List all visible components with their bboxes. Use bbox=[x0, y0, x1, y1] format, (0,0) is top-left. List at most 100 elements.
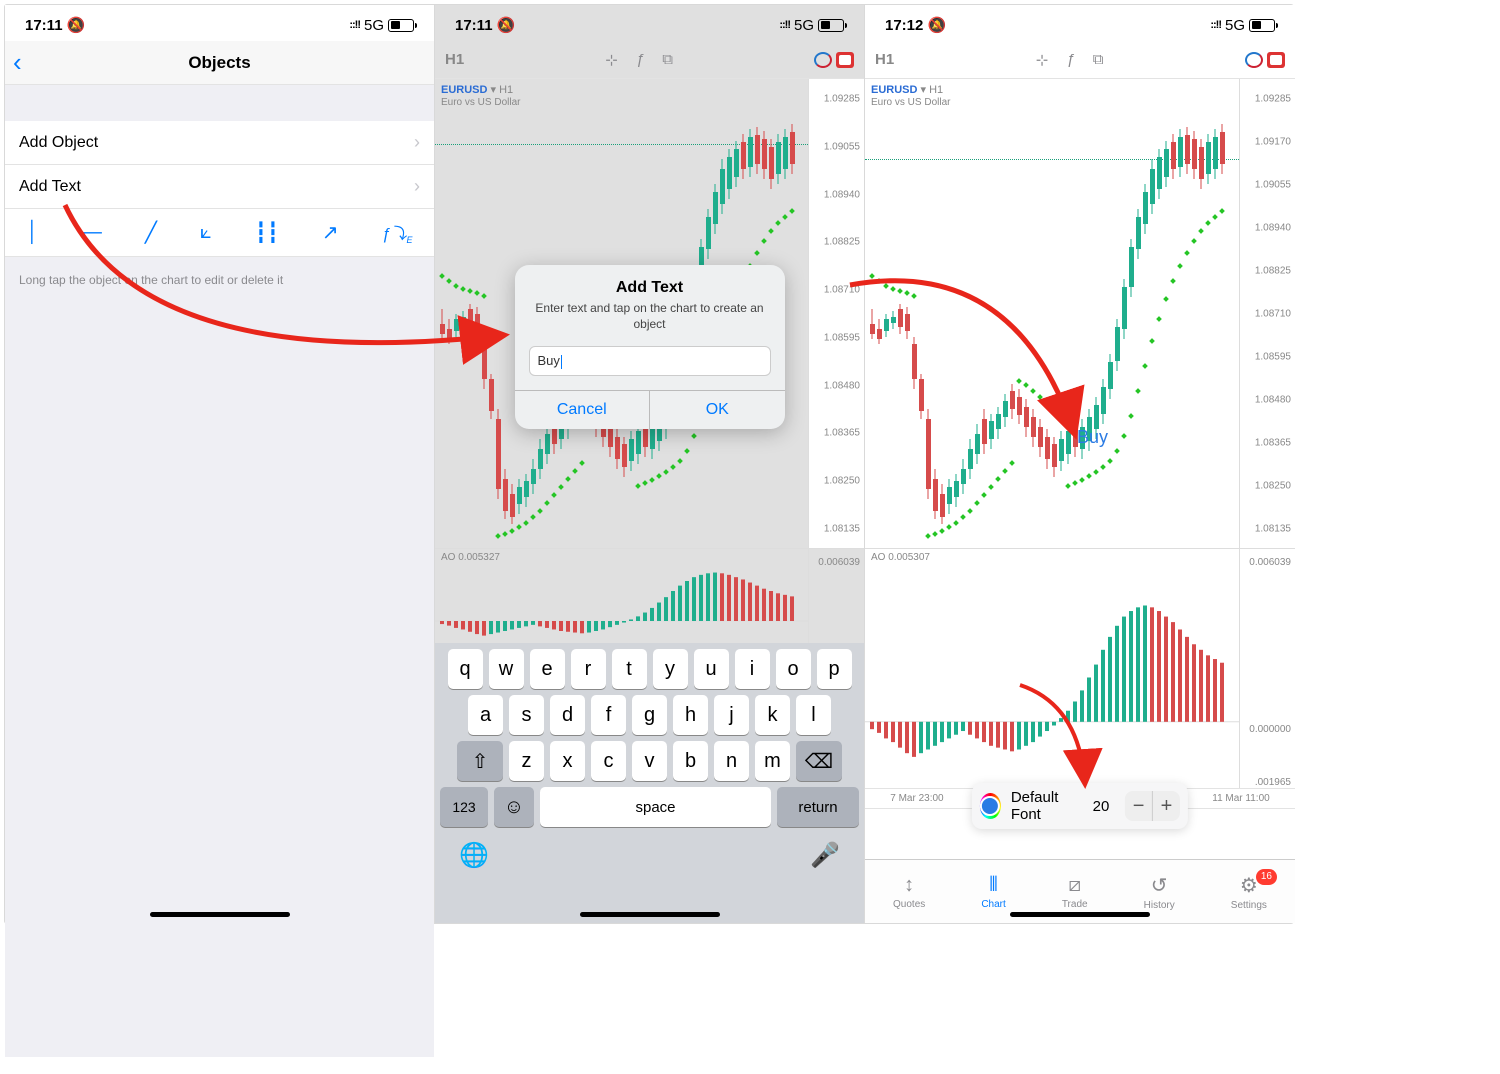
key-q[interactable]: q bbox=[448, 649, 483, 689]
row-add-object[interactable]: Add Object› bbox=[5, 121, 434, 165]
mic-icon[interactable]: 🎤 bbox=[810, 841, 840, 870]
key-h[interactable]: h bbox=[673, 695, 708, 735]
angle-icon[interactable]: ⟀ bbox=[200, 221, 212, 244]
font-size-stepper: − + bbox=[1125, 791, 1180, 821]
key-c[interactable]: c bbox=[591, 741, 626, 781]
indicator-pane: AO 0.005327 0.006039 bbox=[435, 549, 864, 649]
key-i[interactable]: i bbox=[735, 649, 770, 689]
key-x[interactable]: x bbox=[550, 741, 585, 781]
status-bar: 17:11 🔕 ::!! 5G bbox=[435, 5, 864, 41]
panel-objects: 17:11 🔕 ::!! 5G ‹ Objects Add Object› Ad… bbox=[5, 5, 435, 923]
key-u[interactable]: u bbox=[694, 649, 729, 689]
tab-trade[interactable]: ⧄Trade bbox=[1062, 874, 1088, 910]
key-s[interactable]: s bbox=[509, 695, 544, 735]
key-numbers[interactable]: 123 bbox=[440, 787, 488, 827]
price-chart[interactable]: EURUSD ▾ H1 Euro vs US Dollar 1.0912447:… bbox=[865, 79, 1295, 549]
indicators-icon[interactable]: ƒ bbox=[636, 51, 644, 68]
text-elliott-icon[interactable]: ƒ⤵E bbox=[382, 220, 413, 245]
color-picker-button[interactable] bbox=[980, 793, 1001, 819]
arrow-icon[interactable]: ↗ bbox=[322, 220, 339, 245]
status-bar: 17:12 🔕 ::!! 5G bbox=[865, 5, 1295, 41]
chart-type-icon[interactable] bbox=[814, 52, 832, 68]
objects-icon[interactable]: ⧉ bbox=[662, 51, 673, 68]
mute-icon: 🔕 bbox=[497, 17, 516, 34]
globe-icon[interactable]: 🌐 bbox=[459, 841, 489, 870]
key-y[interactable]: y bbox=[653, 649, 688, 689]
chevron-right-icon: › bbox=[414, 176, 420, 197]
key-n[interactable]: n bbox=[714, 741, 749, 781]
key-g[interactable]: g bbox=[632, 695, 667, 735]
keyboard: qwertyuiop asdfghjkl ⇧zxcvbnm⌫ 123 ☺ spa… bbox=[435, 643, 864, 923]
key-p[interactable]: p bbox=[817, 649, 852, 689]
objects-icon[interactable]: ⧉ bbox=[1093, 51, 1104, 68]
key-backspace[interactable]: ⌫ bbox=[796, 741, 842, 781]
timeframe-button[interactable]: H1 bbox=[875, 51, 894, 68]
key-v[interactable]: v bbox=[632, 741, 667, 781]
increase-button[interactable]: + bbox=[1153, 791, 1180, 821]
home-indicator bbox=[580, 912, 720, 917]
mute-icon: 🔕 bbox=[928, 17, 947, 34]
key-j[interactable]: j bbox=[714, 695, 749, 735]
key-b[interactable]: b bbox=[673, 741, 708, 781]
signal-icon: ::!! bbox=[349, 19, 360, 31]
dialog-title: Add Text bbox=[533, 279, 767, 297]
add-text-dialog: Add Text Enter text and tap on the chart… bbox=[515, 265, 785, 429]
fib-icon[interactable]: ┇┇ bbox=[255, 220, 279, 245]
battery-icon bbox=[818, 19, 844, 32]
key-return[interactable]: return bbox=[777, 787, 859, 827]
key-w[interactable]: w bbox=[489, 649, 524, 689]
decrease-button[interactable]: − bbox=[1125, 791, 1152, 821]
object-toolbar: │ — ╱ ⟀ ┇┇ ↗ ƒ⤵E bbox=[5, 209, 434, 257]
key-e[interactable]: e bbox=[530, 649, 565, 689]
mute-icon: 🔕 bbox=[67, 17, 86, 34]
trade-panel-icon[interactable] bbox=[1267, 52, 1285, 68]
tab-quotes[interactable]: ↕Quotes bbox=[893, 874, 925, 910]
battery-icon bbox=[1249, 19, 1275, 32]
horizontal-line-icon[interactable]: — bbox=[82, 221, 102, 244]
price-axis: 1.092851.091701.090551.089401.088251.087… bbox=[1239, 79, 1295, 548]
vertical-line-icon[interactable]: │ bbox=[26, 221, 39, 244]
chart-text-object[interactable]: Buy bbox=[1077, 427, 1108, 448]
text-input[interactable]: Buy bbox=[529, 346, 771, 376]
key-space[interactable]: space bbox=[540, 787, 771, 827]
key-a[interactable]: a bbox=[468, 695, 503, 735]
row-add-text[interactable]: Add Text› bbox=[5, 165, 434, 209]
key-f[interactable]: f bbox=[591, 695, 626, 735]
key-z[interactable]: z bbox=[509, 741, 544, 781]
cancel-button[interactable]: Cancel bbox=[515, 391, 651, 429]
chart-type-icon[interactable] bbox=[1245, 52, 1263, 68]
hint-text: Long tap the object on the chart to edit… bbox=[5, 257, 434, 1057]
row-label: Add Object bbox=[19, 134, 98, 152]
trade-panel-icon[interactable] bbox=[836, 52, 854, 68]
key-k[interactable]: k bbox=[755, 695, 790, 735]
key-emoji[interactable]: ☺ bbox=[494, 787, 534, 827]
key-r[interactable]: r bbox=[571, 649, 606, 689]
tab-chart[interactable]: ⦀Chart bbox=[981, 874, 1005, 910]
font-name[interactable]: Default Font bbox=[1011, 789, 1077, 823]
key-t[interactable]: t bbox=[612, 649, 647, 689]
crosshair-icon[interactable]: ⊹ bbox=[605, 51, 618, 69]
ok-button[interactable]: OK bbox=[650, 391, 785, 429]
clock: 17:12 🔕 bbox=[885, 16, 946, 34]
key-o[interactable]: o bbox=[776, 649, 811, 689]
trend-line-icon[interactable]: ╱ bbox=[145, 220, 157, 245]
home-indicator bbox=[1010, 912, 1150, 917]
chart-header: H1 ⊹ ƒ ⧉ bbox=[435, 41, 864, 79]
key-shift[interactable]: ⇧ bbox=[457, 741, 503, 781]
home-indicator bbox=[150, 912, 290, 917]
signal-icon: ::!! bbox=[1210, 19, 1221, 31]
status-bar: 17:11 🔕 ::!! 5G bbox=[5, 5, 434, 41]
network-label: 5G bbox=[364, 17, 384, 34]
timeframe-button[interactable]: H1 bbox=[445, 51, 464, 68]
key-l[interactable]: l bbox=[796, 695, 831, 735]
tab-settings[interactable]: ⚙Settings16 bbox=[1231, 873, 1267, 911]
tab-history[interactable]: ↺History bbox=[1144, 873, 1175, 911]
key-m[interactable]: m bbox=[755, 741, 790, 781]
panel-chart-dialog: 17:11 🔕 ::!! 5G H1 ⊹ ƒ ⧉ EURUSD ▾ H1 bbox=[435, 5, 865, 923]
crosshair-icon[interactable]: ⊹ bbox=[1036, 51, 1049, 69]
signal-icon: ::!! bbox=[779, 19, 790, 31]
key-d[interactable]: d bbox=[550, 695, 585, 735]
indicators-icon[interactable]: ƒ bbox=[1066, 51, 1074, 68]
back-button[interactable]: ‹ bbox=[13, 47, 22, 78]
font-size-value: 20 bbox=[1087, 798, 1116, 815]
